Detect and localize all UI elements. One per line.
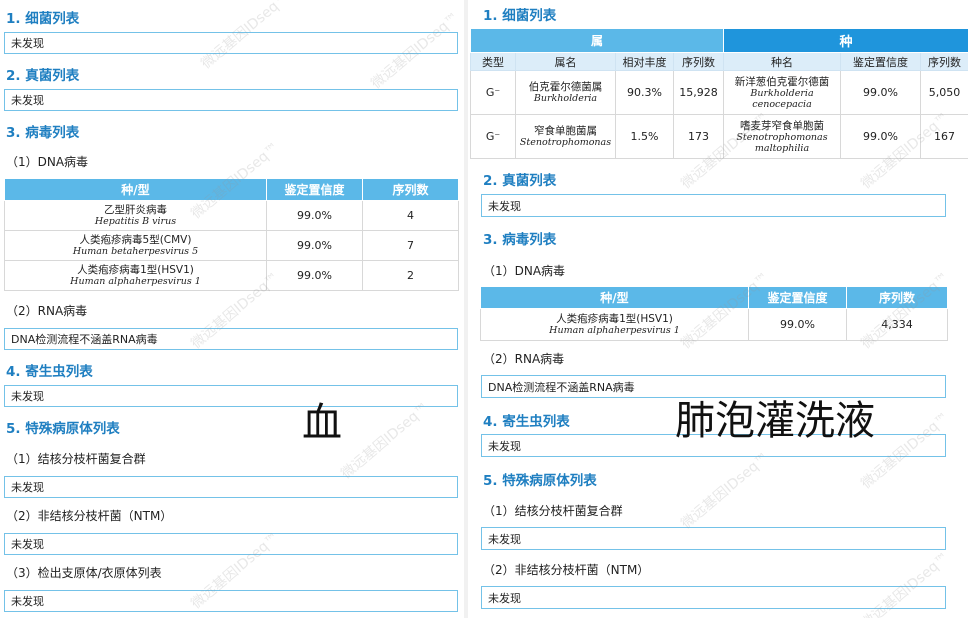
parasite-result-box: 未发现 (4, 385, 458, 407)
report-panel-blood: 1. 细菌列表 未发现 2. 真菌列表 未发现 3. 病毒列表 （1）DNA病毒… (0, 0, 462, 618)
table-row: 人类疱疹病毒1型(HSV1) Human alphaherpesvirus 1 9… (4, 260, 459, 291)
virus-name-cn: 人类疱疹病毒5型(CMV) (79, 234, 192, 246)
virus-name-latin: Human betaherpesvirus 5 (72, 246, 199, 257)
ntm-result-box: 未发现 (4, 533, 458, 555)
col-header-species: 种/型 (4, 178, 267, 201)
abundance-cell: 1.5% (615, 114, 674, 159)
col-header-confidence: 鉴定置信度 (840, 52, 922, 71)
section-title-fungi: 2. 真菌列表 (483, 173, 557, 189)
abundance-cell: 90.3% (615, 70, 674, 115)
count-cell: 4,334 (846, 308, 948, 341)
species-name-latin: Burkholderia cenocepacia (750, 87, 814, 110)
virus-name-cn: 乙型肝炎病毒 (104, 204, 167, 216)
col-header-abundance: 相对丰度 (615, 52, 674, 71)
gram-type-cell: G⁻ (470, 114, 516, 159)
watermark: 微远基因IDseq™ (678, 449, 773, 533)
species-count-cell: 167 (920, 114, 968, 159)
fungi-result-box: 未发现 (481, 194, 946, 217)
table-row: 人类疱疹病毒1型(HSV1) Human alphaherpesvirus 1 9… (480, 308, 948, 341)
section-title-bacteria: 1. 细菌列表 (483, 8, 557, 24)
species-name-cn: 嗜麦芽窄食单胞菌 (740, 119, 825, 132)
section-title-bacteria: 1. 细菌列表 (6, 11, 80, 27)
count-cell: 7 (362, 230, 459, 261)
species-name-latin: Stenotrophomonas maltophilia (736, 131, 828, 154)
sample-type-label: 血 (302, 400, 342, 446)
mycoplasma-title: （3）检出支原体/衣原体列表 (6, 566, 162, 580)
count-cell: 4 (362, 200, 459, 231)
confidence-cell: 99.0% (840, 70, 922, 115)
report-panel-balf: 1. 细菌列表 属 种 类型 属名 相对丰度 序列数 种名 鉴定置信度 序列数 … (470, 0, 968, 618)
watermark: 微远基因IDseq™ (338, 399, 433, 483)
section-title-special: 5. 特殊病原体列表 (483, 473, 597, 489)
confidence-cell: 99.0% (266, 260, 363, 291)
genus-name-cn: 窄食单胞菌属 (534, 125, 597, 137)
col-header-species: 种名 (723, 52, 842, 71)
col-header-confidence: 鉴定置信度 (266, 178, 363, 201)
confidence-cell: 99.0% (840, 114, 922, 159)
col-header-type: 类型 (470, 52, 516, 71)
count-cell: 2 (362, 260, 459, 291)
genus-count-cell: 15,928 (672, 70, 725, 115)
species-name-cn: 新洋葱伯克霍尔德菌 (734, 75, 830, 88)
col-header-count: 序列数 (362, 178, 459, 201)
col-header-confidence: 鉴定置信度 (748, 286, 847, 309)
tb-result-box: 未发现 (481, 527, 946, 550)
ntm-title: （2）非结核分枝杆菌（NTM） (6, 509, 173, 523)
rna-virus-title: （2）RNA病毒 (6, 304, 88, 318)
gram-type-cell: G⁻ (470, 70, 516, 115)
bacteria-result-box: 未发现 (4, 32, 458, 54)
section-title-virus: 3. 病毒列表 (6, 125, 80, 141)
col-header-genus-count: 序列数 (672, 52, 725, 71)
bacteria-table: 属 种 类型 属名 相对丰度 序列数 种名 鉴定置信度 序列数 G⁻ 伯克霍尔德… (470, 28, 968, 159)
species-group-header: 种 (723, 28, 968, 53)
dna-virus-title: （1）DNA病毒 (6, 155, 89, 169)
sample-type-label: 肺泡灌洗液 (675, 398, 875, 444)
fungi-result-box: 未发现 (4, 89, 458, 111)
genus-name-cn: 伯克霍尔德菌属 (528, 81, 603, 93)
col-header-count: 序列数 (846, 286, 948, 309)
species-count-cell: 5,050 (920, 70, 968, 115)
tb-complex-title: （1）结核分枝杆菌复合群 (6, 452, 146, 466)
ntm-result-box: 未发现 (481, 586, 946, 609)
confidence-cell: 99.0% (266, 230, 363, 261)
mycoplasma-result-box: 未发现 (4, 590, 458, 612)
virus-name-cn: 人类疱疹病毒1型(HSV1) (556, 313, 673, 325)
genus-count-cell: 173 (672, 114, 725, 159)
confidence-cell: 99.0% (748, 308, 847, 341)
section-title-fungi: 2. 真菌列表 (6, 68, 80, 84)
table-row: G⁻ 窄食单胞菌属 Stenotrophomonas 1.5% 173 嗜麦芽窄食… (470, 114, 968, 159)
col-header-genus: 属名 (515, 52, 616, 71)
col-header-species: 种/型 (480, 286, 749, 309)
tb-complex-title: （1）结核分枝杆菌复合群 (483, 504, 623, 518)
panel-divider (464, 0, 468, 618)
section-title-parasite: 4. 寄生虫列表 (483, 414, 570, 430)
dna-virus-table: 种/型 鉴定置信度 序列数 人类疱疹病毒1型(HSV1) Human alphah… (480, 286, 948, 341)
virus-name-latin: Human alphaherpesvirus 1 (70, 276, 201, 287)
rna-virus-title: （2）RNA病毒 (483, 352, 565, 366)
virus-name-latin: Hepatitis B virus (94, 216, 177, 227)
table-row: 人类疱疹病毒5型(CMV) Human betaherpesvirus 5 99.… (4, 230, 459, 261)
genus-group-header: 属 (470, 28, 725, 53)
confidence-cell: 99.0% (266, 200, 363, 231)
virus-name-latin: Human alphaherpesvirus 1 (549, 325, 680, 336)
table-row: 乙型肝炎病毒 Hepatitis B virus 99.0% 4 (4, 200, 459, 231)
col-header-species-count: 序列数 (920, 52, 968, 71)
ntm-title: （2）非结核分枝杆菌（NTM） (483, 563, 650, 577)
table-row: G⁻ 伯克霍尔德菌属 Burkholderia 90.3% 15,928 新洋葱伯… (470, 70, 968, 115)
genus-name-latin: Burkholderia (533, 93, 598, 104)
dna-virus-title: （1）DNA病毒 (483, 264, 566, 278)
section-title-virus: 3. 病毒列表 (483, 232, 557, 248)
rna-virus-result-box: DNA检测流程不涵盖RNA病毒 (4, 328, 458, 350)
tb-result-box: 未发现 (4, 476, 458, 498)
dna-virus-table: 种/型 鉴定置信度 序列数 乙型肝炎病毒 Hepatitis B virus 99… (4, 178, 459, 291)
virus-name-cn: 人类疱疹病毒1型(HSV1) (77, 264, 194, 276)
section-title-special: 5. 特殊病原体列表 (6, 421, 120, 437)
genus-name-latin: Stenotrophomonas (519, 137, 612, 148)
section-title-parasite: 4. 寄生虫列表 (6, 364, 93, 380)
